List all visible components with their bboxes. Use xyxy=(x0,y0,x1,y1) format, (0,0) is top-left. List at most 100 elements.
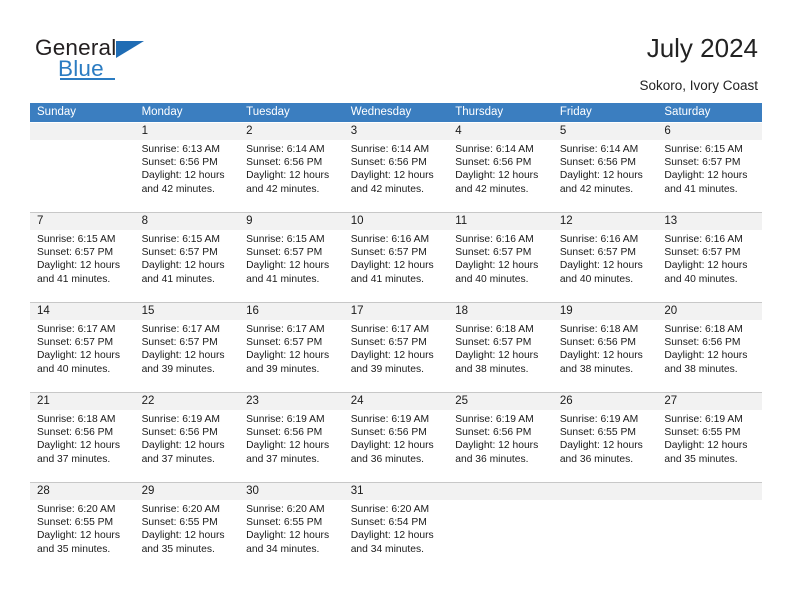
day-number: 12 xyxy=(552,213,658,230)
day-cell-inner: 28 Sunrise: 6:20 AM Sunset: 6:55 PM Dayligh… xyxy=(30,483,135,573)
calendar-day-cell[interactable]: 28 Sunrise: 6:20 AM Sunset: 6:55 PM Dayligh… xyxy=(30,482,135,573)
calendar-day-cell[interactable]: 23 Sunrise: 6:19 AM Sunset: 6:56 PM Dayligh… xyxy=(239,392,344,483)
sunset-text: Sunset: 6:57 PM xyxy=(664,247,741,259)
day-detail-block: Sunrise: 6:18 AM Sunset: 6:56 PM Daylight:… xyxy=(30,410,135,466)
daylight-text-line1: Daylight: 12 hours xyxy=(246,530,330,542)
daylight-text-line2: and 41 minutes. xyxy=(664,183,738,195)
daylight-text-line2: and 39 minutes. xyxy=(141,363,215,375)
daylight-text-line2: and 42 minutes. xyxy=(350,183,424,195)
sunset-text: Sunset: 6:56 PM xyxy=(141,427,218,439)
day-number: 4 xyxy=(448,123,553,140)
sunset-text: Sunset: 6:57 PM xyxy=(141,247,218,259)
daylight-text-line1: Daylight: 12 hours xyxy=(350,170,434,182)
calendar-day-cell[interactable]: 9 Sunrise: 6:15 AM Sunset: 6:57 PM Daylight… xyxy=(239,212,344,303)
calendar-day-cell[interactable]: 13 Sunrise: 6:16 AM Sunset: 6:57 PM Dayligh… xyxy=(657,212,762,303)
calendar-day-cell[interactable]: 19 Sunrise: 6:18 AM Sunset: 6:56 PM Dayligh… xyxy=(552,302,658,393)
general-blue-logo[interactable]: General Blue xyxy=(35,35,215,87)
weekday-header-tuesday: Tuesday xyxy=(239,103,344,123)
day-cell-inner: 15 Sunrise: 6:17 AM Sunset: 6:57 PM Dayligh… xyxy=(134,303,240,392)
day-detail-block: Sunrise: 6:20 AM Sunset: 6:54 PM Daylight:… xyxy=(344,500,449,556)
calendar-day-cell[interactable]: 14 Sunrise: 6:17 AM Sunset: 6:57 PM Dayligh… xyxy=(30,302,135,393)
calendar-day-cell[interactable]: 31 Sunrise: 6:20 AM Sunset: 6:54 PM Dayligh… xyxy=(343,482,449,573)
sunrise-text: Sunrise: 6:19 AM xyxy=(246,414,325,425)
calendar-day-cell[interactable]: 17 Sunrise: 6:17 AM Sunset: 6:57 PM Dayligh… xyxy=(343,302,449,393)
calendar-day-cell[interactable]: 30 Sunrise: 6:20 AM Sunset: 6:55 PM Dayligh… xyxy=(239,482,344,573)
calendar-day-cell[interactable]: 3 Sunrise: 6:14 AM Sunset: 6:56 PM Daylight… xyxy=(343,122,449,213)
daylight-text-line2: and 35 minutes. xyxy=(141,543,215,555)
daylight-text-line1: Daylight: 12 hours xyxy=(350,350,434,362)
calendar-day-cell[interactable]: 27 Sunrise: 6:19 AM Sunset: 6:55 PM Dayligh… xyxy=(657,392,762,483)
daylight-text-line1: Daylight: 12 hours xyxy=(246,170,330,182)
day-cell-inner: 24 Sunrise: 6:19 AM Sunset: 6:56 PM Dayligh… xyxy=(343,393,449,482)
calendar-week-row: 7 Sunrise: 6:15 AM Sunset: 6:57 PM Daylight… xyxy=(30,212,762,303)
daylight-text-line2: and 36 minutes. xyxy=(559,453,634,465)
day-number: 13 xyxy=(657,213,762,230)
calendar-day-cell[interactable]: 15 Sunrise: 6:17 AM Sunset: 6:57 PM Dayligh… xyxy=(134,302,240,393)
daylight-text-line1: Daylight: 12 hours xyxy=(246,260,330,272)
day-number: 6 xyxy=(657,123,762,140)
calendar-table: Sunday Monday Tuesday Wednesday Thursday… xyxy=(30,103,762,573)
calendar-day-cell-empty xyxy=(657,482,762,573)
sunset-text: Sunset: 6:56 PM xyxy=(559,157,636,169)
calendar-day-cell[interactable]: 1 Sunrise: 6:13 AM Sunset: 6:56 PM Daylight… xyxy=(134,122,240,213)
day-detail-block: Sunrise: 6:18 AM Sunset: 6:56 PM Daylight:… xyxy=(657,320,762,376)
day-cell-inner: 11 Sunrise: 6:16 AM Sunset: 6:57 PM Dayligh… xyxy=(448,213,553,302)
daylight-text-line2: and 38 minutes. xyxy=(559,363,634,375)
calendar-day-cell[interactable]: 24 Sunrise: 6:19 AM Sunset: 6:56 PM Dayligh… xyxy=(343,392,449,483)
daylight-text-line1: Daylight: 12 hours xyxy=(664,170,748,182)
day-detail-block: Sunrise: 6:19 AM Sunset: 6:56 PM Daylight:… xyxy=(239,410,344,466)
weekday-header-thursday: Thursday xyxy=(448,103,553,123)
sunset-text: Sunset: 6:57 PM xyxy=(37,247,114,259)
calendar-day-cell[interactable]: 5 Sunrise: 6:14 AM Sunset: 6:56 PM Daylight… xyxy=(552,122,658,213)
daylight-text-line1: Daylight: 12 hours xyxy=(141,170,225,182)
day-detail-block: Sunrise: 6:19 AM Sunset: 6:55 PM Daylight:… xyxy=(657,410,762,466)
page-title: July 2024 xyxy=(646,33,758,63)
day-detail-block: Sunrise: 6:14 AM Sunset: 6:56 PM Daylight:… xyxy=(448,140,553,196)
calendar-day-cell[interactable]: 12 Sunrise: 6:16 AM Sunset: 6:57 PM Dayligh… xyxy=(552,212,658,303)
day-cell-inner: 8 Sunrise: 6:15 AM Sunset: 6:57 PM Daylight… xyxy=(134,213,240,302)
calendar-day-cell[interactable]: 21 Sunrise: 6:18 AM Sunset: 6:56 PM Dayligh… xyxy=(30,392,135,483)
sunset-text: Sunset: 6:55 PM xyxy=(559,427,636,439)
daylight-text-line2: and 36 minutes. xyxy=(350,453,424,465)
calendar-day-cell[interactable]: 6 Sunrise: 6:15 AM Sunset: 6:57 PM Daylight… xyxy=(657,122,762,213)
daylight-text-line1: Daylight: 12 hours xyxy=(141,260,225,272)
day-detail-block: Sunrise: 6:17 AM Sunset: 6:57 PM Daylight:… xyxy=(135,320,240,376)
calendar-day-cell[interactable]: 26 Sunrise: 6:19 AM Sunset: 6:55 PM Dayligh… xyxy=(552,392,658,483)
calendar-page: General Blue July 2024 Sokoro, Ivory Coa… xyxy=(0,0,792,612)
calendar-day-cell[interactable]: 8 Sunrise: 6:15 AM Sunset: 6:57 PM Daylight… xyxy=(134,212,240,303)
calendar-day-cell[interactable]: 16 Sunrise: 6:17 AM Sunset: 6:57 PM Dayligh… xyxy=(239,302,344,393)
calendar-grid: Sunday Monday Tuesday Wednesday Thursday… xyxy=(30,103,762,573)
page-header: General Blue July 2024 Sokoro, Ivory Coa… xyxy=(0,0,792,100)
day-number: 17 xyxy=(343,303,449,320)
sunset-text: Sunset: 6:55 PM xyxy=(37,517,114,529)
calendar-day-cell[interactable]: 22 Sunrise: 6:19 AM Sunset: 6:56 PM Dayligh… xyxy=(134,392,240,483)
calendar-day-cell[interactable]: 10 Sunrise: 6:16 AM Sunset: 6:57 PM Dayligh… xyxy=(343,212,449,303)
sunset-text: Sunset: 6:56 PM xyxy=(246,427,323,439)
calendar-week-row: 28 Sunrise: 6:20 AM Sunset: 6:55 PM Dayligh… xyxy=(30,482,762,573)
calendar-day-cell[interactable]: 25 Sunrise: 6:19 AM Sunset: 6:56 PM Dayligh… xyxy=(448,392,553,483)
sunrise-text: Sunrise: 6:16 AM xyxy=(455,234,534,245)
day-detail-block: Sunrise: 6:16 AM Sunset: 6:57 PM Daylight:… xyxy=(553,230,658,286)
day-number: 26 xyxy=(552,393,658,410)
sunset-text: Sunset: 6:57 PM xyxy=(141,337,218,349)
calendar-day-cell[interactable]: 29 Sunrise: 6:20 AM Sunset: 6:55 PM Dayligh… xyxy=(134,482,240,573)
day-number xyxy=(448,483,553,500)
day-cell-inner: 9 Sunrise: 6:15 AM Sunset: 6:57 PM Daylight… xyxy=(239,213,344,302)
calendar-day-cell[interactable]: 20 Sunrise: 6:18 AM Sunset: 6:56 PM Dayligh… xyxy=(657,302,762,393)
daylight-text-line2: and 39 minutes. xyxy=(350,363,424,375)
calendar-day-cell-empty xyxy=(448,482,553,573)
calendar-day-cell[interactable]: 11 Sunrise: 6:16 AM Sunset: 6:57 PM Dayligh… xyxy=(448,212,553,303)
sunset-text: Sunset: 6:57 PM xyxy=(455,337,532,349)
day-number: 16 xyxy=(239,303,344,320)
daylight-text-line1: Daylight: 12 hours xyxy=(246,350,330,362)
sunrise-text: Sunrise: 6:16 AM xyxy=(559,234,639,245)
calendar-day-cell[interactable]: 4 Sunrise: 6:14 AM Sunset: 6:56 PM Daylight… xyxy=(448,122,553,213)
sunrise-text: Sunrise: 6:19 AM xyxy=(350,414,430,425)
sunset-text: Sunset: 6:54 PM xyxy=(350,517,427,529)
day-number: 18 xyxy=(448,303,553,320)
daylight-text-line1: Daylight: 12 hours xyxy=(455,170,539,182)
calendar-day-cell[interactable]: 2 Sunrise: 6:14 AM Sunset: 6:56 PM Daylight… xyxy=(239,122,344,213)
calendar-day-cell[interactable]: 18 Sunrise: 6:18 AM Sunset: 6:57 PM Dayligh… xyxy=(448,302,553,393)
calendar-day-cell[interactable]: 7 Sunrise: 6:15 AM Sunset: 6:57 PM Daylight… xyxy=(30,212,135,303)
day-detail-block: Sunrise: 6:17 AM Sunset: 6:57 PM Daylight:… xyxy=(30,320,135,376)
